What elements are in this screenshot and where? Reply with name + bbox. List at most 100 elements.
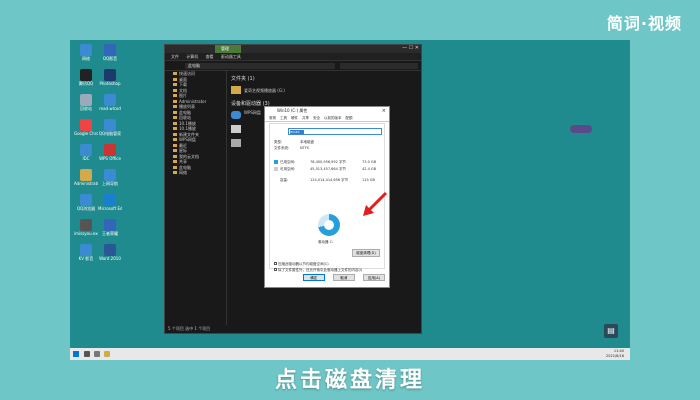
ribbon-computer[interactable]: 计算机	[186, 54, 198, 59]
app-icon	[80, 194, 92, 206]
folder-icon	[173, 116, 177, 119]
desktop-icon-label: QQ影音	[102, 56, 118, 61]
desktop-icon-label: WPS Office	[99, 156, 121, 161]
checkbox-box	[274, 268, 277, 271]
fs-label: 文件系统:	[274, 146, 290, 150]
folder-icon	[173, 171, 177, 174]
desktop-icon[interactable]: 回收站	[74, 94, 98, 111]
folder-icon	[173, 165, 177, 169]
dialog-tab[interactable]: 以前的版本	[324, 115, 342, 122]
dialog-tab[interactable]: 常规	[269, 115, 276, 122]
desktop-icon-label: 上网导航	[102, 181, 118, 186]
free-bytes: 45,513,457,664 字节	[310, 167, 346, 171]
folder-icon	[173, 99, 177, 103]
desktop-icon[interactable]: QQ浏览器	[74, 194, 98, 211]
desktop-icon-label: read.wlcod	[99, 106, 121, 111]
free-label: 可用空间:	[280, 167, 296, 171]
window-controls[interactable]: — ☐ ✕	[402, 45, 419, 51]
desktop-icon[interactable]: Administrator	[74, 169, 98, 186]
folder-icon	[173, 149, 177, 152]
desktop-icon[interactable]: Word 2010	[98, 244, 122, 261]
nav-item-label: 此电脑	[179, 109, 191, 115]
desktop-icon-label: IDC	[82, 156, 90, 161]
close-icon[interactable]: ×	[382, 107, 386, 115]
floating-widget[interactable]	[570, 125, 592, 133]
desktop-icon-label: Word 2010	[99, 256, 121, 261]
app-icon	[80, 219, 92, 231]
folder-icon	[173, 83, 177, 86]
dialog-title-bar[interactable]: Win10 (C:) 属性 ×	[265, 107, 389, 115]
dialog-tab[interactable]: 安全	[313, 115, 320, 122]
nav-item-label: 下载	[179, 82, 187, 87]
cancel-button[interactable]: 取消	[332, 274, 355, 281]
fs-value: NTFS	[300, 146, 309, 150]
app-icon	[104, 119, 116, 131]
nav-item-label: 播放列表	[179, 104, 195, 109]
desktop-icon-label: 网络	[82, 56, 90, 61]
apply-button[interactable]: 应用(A)	[363, 274, 385, 281]
used-gb: 73.0 GB	[362, 160, 377, 164]
folder-icon	[173, 160, 177, 163]
desktop-icon[interactable]: 上网导航	[98, 169, 122, 186]
desktop-icon[interactable]: Google Chrome	[74, 119, 98, 136]
folder-item[interactable]: 爱奇艺视频播放器 (G:)	[231, 84, 421, 98]
ok-button[interactable]: 确定	[302, 274, 325, 281]
subtitle-caption: 点击磁盘清理	[274, 368, 425, 393]
manage-tab[interactable]: 管理	[215, 45, 241, 53]
dialog-tab[interactable]: 硬件	[291, 115, 298, 122]
document-icon[interactable]: ▤	[604, 324, 618, 338]
desktop-icon[interactable]: read.wlcod	[98, 94, 122, 111]
app-icon	[80, 94, 92, 106]
dialog-tab[interactable]: 共享	[302, 115, 309, 122]
nav-item-label: Administrator	[179, 98, 207, 104]
nav-item-label: 桌面	[179, 76, 187, 82]
nav-item-label: 我的云文档	[179, 153, 199, 159]
nav-item-label: 最近	[179, 142, 187, 148]
ribbon-view[interactable]: 查看	[206, 54, 214, 59]
nav-item[interactable]: 网络	[165, 170, 226, 176]
capacity-label: 容量:	[280, 178, 289, 182]
drive-name-field[interactable]: Win10	[288, 128, 382, 135]
desktop-icon-label: imissyou.exe	[74, 231, 98, 236]
desktop-icon[interactable]: Microsoft Edge	[98, 194, 122, 211]
nav-item-label: 快速访问	[179, 71, 195, 76]
explorer-title-bar[interactable]: 管理 — ☐ ✕	[165, 45, 421, 53]
address-bar[interactable]: 此电脑	[185, 63, 335, 69]
dialog-title: Win10 (C:) 属性	[277, 108, 308, 113]
desktop-icon[interactable]: 王者荣耀	[98, 219, 122, 236]
search-input[interactable]	[340, 63, 418, 69]
type-label: 类型:	[274, 140, 283, 144]
desktop-icon[interactable]: 网络	[74, 44, 98, 61]
disk-cleanup-button[interactable]: 磁盘清理(D)	[352, 249, 380, 257]
desktop-icon[interactable]: Photoshop	[98, 69, 122, 86]
drive-name-value: Win10	[290, 130, 304, 134]
search-icon[interactable]	[84, 351, 90, 357]
ribbon-file[interactable]: 文件	[171, 54, 179, 59]
type-value: 本地磁盘	[300, 140, 314, 144]
taskbar: 11:40 2021/6/16	[70, 348, 630, 360]
dialog-tab[interactable]: 配额	[346, 115, 353, 122]
folder-icon	[173, 154, 177, 158]
drive-label: 驱动器 C:	[318, 240, 334, 244]
nav-item-label: 文档	[179, 87, 187, 93]
desktop-icon[interactable]: KV 影音	[74, 244, 98, 261]
start-icon[interactable]	[73, 351, 79, 357]
system-tray-clock[interactable]: 11:40 2021/6/16	[606, 349, 624, 359]
file-explorer-icon[interactable]	[104, 351, 110, 357]
folder-icon	[173, 105, 177, 108]
desktop-icon[interactable]: IDC	[74, 144, 98, 161]
used-swatch	[274, 160, 278, 164]
folder-icon	[173, 121, 177, 125]
desktop-icon[interactable]: 腾讯QQ	[74, 69, 98, 86]
dialog-tab[interactable]: 工具	[280, 115, 287, 122]
nav-item-label: WPS网盘	[179, 137, 196, 142]
desktop-icon[interactable]: imissyou.exe	[74, 219, 98, 236]
app-icon	[80, 119, 92, 131]
desktop-icon[interactable]: QQ电脑管家	[98, 119, 122, 136]
folder-icon	[173, 138, 177, 141]
desktop-icon[interactable]: WPS Office	[98, 144, 122, 161]
cloud-drive-icon	[231, 111, 241, 119]
task-view-icon[interactable]	[94, 351, 100, 357]
desktop-icon[interactable]: QQ影音	[98, 44, 122, 61]
ribbon-drive-tools[interactable]: 驱动器工具	[221, 54, 241, 59]
